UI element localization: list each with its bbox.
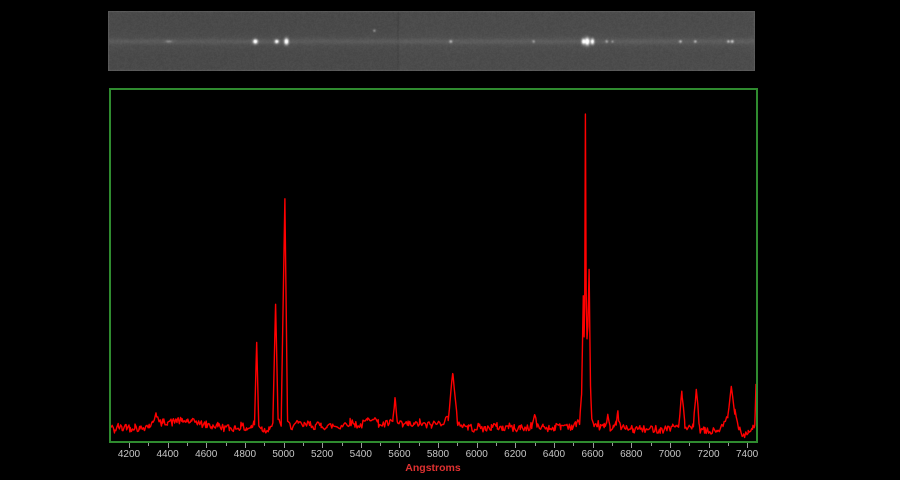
x-axis-tick-label: 7400 — [735, 449, 759, 460]
raw-spectrum-strip-image — [108, 11, 755, 71]
x-axis-minor-tick — [611, 443, 613, 446]
spectrum-line-chart — [111, 113, 756, 439]
x-axis-major-tick — [708, 443, 710, 448]
x-axis-tick-label: 6400 — [542, 449, 566, 460]
x-axis-minor-tick — [264, 443, 266, 446]
x-axis-tick-label: 6800 — [620, 449, 643, 460]
x-axis-minor-tick — [496, 443, 497, 446]
x-axis-tick-label: 5200 — [310, 449, 334, 460]
x-axis-minor-tick — [418, 443, 420, 446]
x-axis-minor-tick — [225, 443, 227, 446]
x-axis-major-tick — [244, 443, 246, 448]
x-axis-minor-tick — [573, 443, 575, 446]
x-axis-major-tick — [438, 443, 439, 448]
x-axis-major-tick — [360, 443, 362, 448]
x-axis-minor-tick — [727, 443, 729, 446]
x-axis-major-tick — [399, 443, 401, 448]
x-axis-tick-label: 4400 — [156, 449, 179, 460]
x-axis-tick-label: 5800 — [426, 449, 450, 460]
x-axis-major-tick — [283, 443, 285, 448]
x-axis-title: Angstroms — [405, 462, 461, 474]
spectrum-plot-frame — [109, 88, 758, 443]
x-axis-minor-tick — [650, 443, 652, 446]
x-axis-minor-tick — [341, 443, 343, 446]
x-axis-tick-label: 4600 — [195, 449, 218, 460]
x-axis-major-tick — [592, 443, 594, 448]
x-axis-minor-tick — [380, 443, 382, 446]
x-axis-tick-label: 6200 — [504, 449, 527, 460]
x-axis-major-tick — [476, 443, 478, 448]
x-axis-minor-tick — [534, 443, 536, 446]
x-axis-major-tick — [515, 443, 517, 448]
x-axis-major-tick — [206, 443, 208, 448]
spectrum-trace-line — [111, 113, 756, 439]
x-axis-minor-tick — [186, 443, 188, 446]
x-axis-major-tick — [167, 443, 169, 448]
x-axis-minor-tick — [302, 443, 304, 446]
x-axis-tick-label: 6600 — [581, 449, 604, 460]
x-axis-tick-label: 7200 — [697, 449, 720, 460]
x-axis-minor-tick — [689, 443, 691, 446]
x-axis-major-tick — [747, 443, 749, 448]
x-axis-tick-label: 7000 — [658, 449, 681, 460]
x-axis-minor-tick — [148, 443, 150, 446]
x-axis-tick-label: 6000 — [465, 449, 488, 460]
x-axis-tick-label: 5000 — [272, 449, 295, 460]
x-axis-major-tick — [669, 443, 671, 448]
x-axis-major-tick — [631, 443, 633, 448]
x-axis-major-tick — [322, 443, 324, 448]
spectroscopy-app-window: { "window": { "background": "#000000", "… — [0, 0, 900, 480]
x-axis-major-tick — [129, 443, 130, 448]
x-axis-tick-label: 5600 — [388, 449, 411, 460]
x-axis-tick-label: 5400 — [349, 449, 372, 460]
x-axis-tick-label: 4800 — [233, 449, 257, 460]
x-axis-major-tick — [553, 443, 555, 448]
x-axis-minor-tick — [457, 443, 459, 446]
x-axis-tick-label: 4200 — [117, 449, 141, 460]
